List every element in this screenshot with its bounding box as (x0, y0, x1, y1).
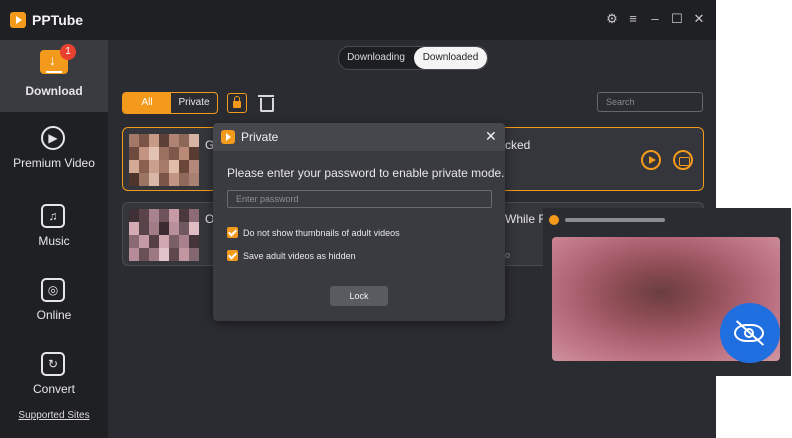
sidebar-item-premium-video[interactable]: ▶ Premium Video (0, 118, 108, 190)
play-button[interactable] (641, 150, 661, 170)
menu-icon[interactable]: ≡ (625, 11, 641, 26)
sidebar-item-music[interactable]: ♫ Music (0, 196, 108, 268)
filter-private-button[interactable]: Private (171, 93, 217, 113)
play-icon (649, 156, 656, 164)
music-note-icon: ♫ (41, 204, 65, 228)
dialog-close-icon[interactable]: ✕ (485, 128, 497, 145)
eye-slash-icon (720, 303, 780, 363)
private-lock-icon[interactable] (227, 93, 247, 113)
dialog-prompt: Please enter your password to enable pri… (227, 166, 505, 180)
folder-icon (679, 157, 690, 166)
status-dot-icon (549, 215, 559, 225)
sidebar-item-label: Online (36, 308, 72, 322)
save-hidden-label: Save adult videos as hidden (243, 251, 356, 261)
sidebar: ↓ 1 Download ▶ Premium Video ♫ Music ◎ O… (0, 40, 108, 438)
settings-icon[interactable]: ⚙ (604, 11, 620, 27)
download-count-badge: 1 (60, 44, 76, 60)
sidebar-item-label: Premium Video (13, 156, 95, 170)
convert-icon: ↻ (41, 352, 65, 376)
globe-icon: ◎ (41, 278, 65, 302)
download-status-toggle: Downloading Downloaded (338, 46, 488, 70)
dialog-title: Private (241, 130, 279, 144)
sidebar-item-label: Download (25, 84, 83, 98)
play-circle-icon: ▶ (41, 126, 65, 150)
pptube-logo-icon (221, 130, 235, 144)
trash-icon[interactable] (258, 93, 274, 113)
sidebar-item-download[interactable]: ↓ 1 Download (0, 40, 108, 112)
close-icon[interactable]: ✕ (691, 11, 707, 27)
title-placeholder-bar (565, 218, 665, 222)
lock-button[interactable]: Lock (330, 286, 388, 306)
minimize-icon[interactable]: – (647, 11, 663, 26)
video-title-end: cked (505, 138, 531, 152)
tab-downloading[interactable]: Downloading (339, 47, 413, 69)
dialog-header: Private ✕ (213, 123, 505, 151)
hide-thumbnails-checkbox[interactable] (227, 227, 238, 238)
hide-thumbnails-label: Do not show thumbnails of adult videos (243, 228, 400, 238)
save-hidden-checkbox[interactable] (227, 250, 238, 261)
search-input[interactable] (597, 92, 703, 112)
supported-sites-link[interactable]: Supported Sites (0, 410, 108, 421)
hidden-video-preview-card (543, 208, 791, 376)
private-mode-dialog: Private ✕ Please enter your password to … (213, 123, 505, 321)
video-title-end: While R (505, 212, 548, 226)
tab-downloaded[interactable]: Downloaded (414, 47, 487, 69)
maximize-icon[interactable]: ☐ (669, 11, 685, 27)
video-meta: o (505, 250, 511, 260)
filter-toggle: All Private (122, 92, 218, 114)
sidebar-item-label: Convert (32, 382, 76, 396)
blurred-thumbnail (129, 209, 199, 261)
blurred-thumbnail (129, 134, 199, 186)
pptube-logo-icon (10, 12, 26, 28)
sidebar-item-label: Music (38, 234, 70, 248)
open-folder-button[interactable] (673, 150, 693, 170)
sidebar-item-convert[interactable]: ↻ Convert (0, 344, 108, 416)
title-bar: PPTube ⚙ ≡ – ☐ ✕ (0, 0, 716, 40)
app-title: PPTube (32, 12, 84, 28)
filter-all-button[interactable]: All (123, 93, 171, 113)
sidebar-item-online[interactable]: ◎ Online (0, 270, 108, 342)
password-input[interactable] (227, 190, 492, 208)
